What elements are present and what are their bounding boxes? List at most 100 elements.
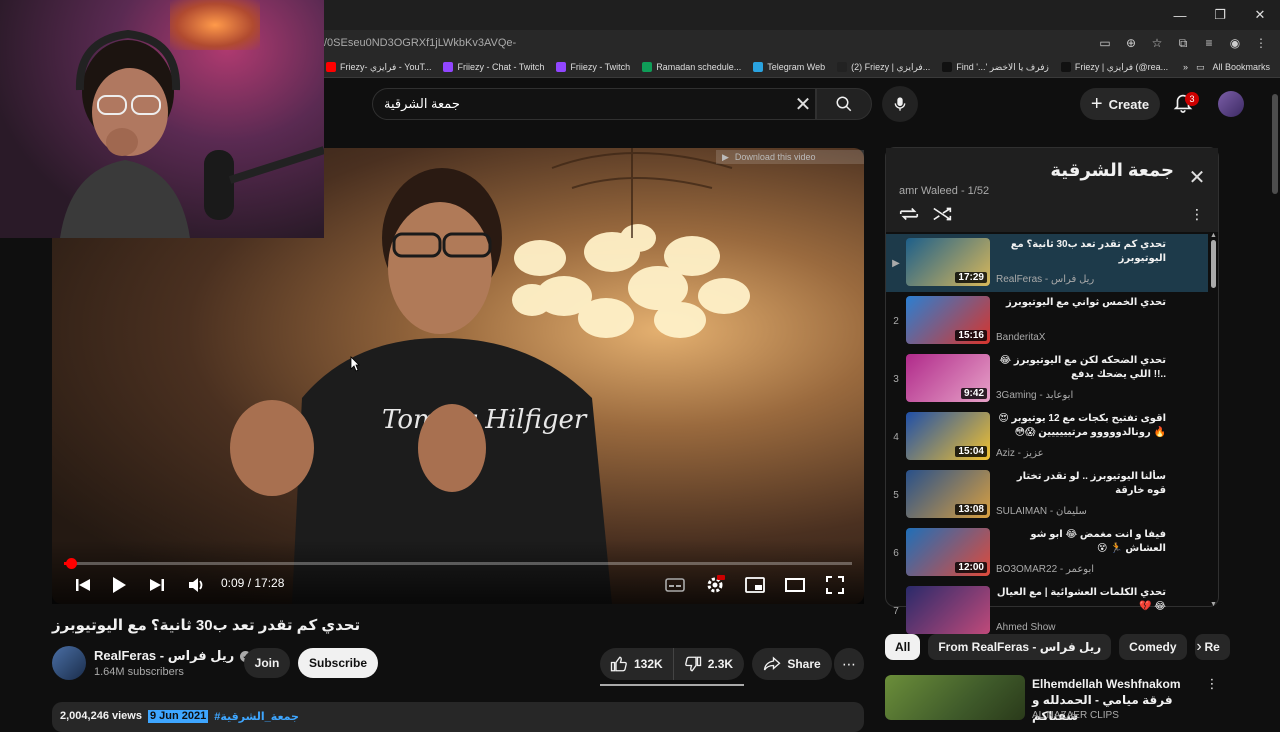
- profile-icon[interactable]: ◉: [1224, 32, 1246, 54]
- playlist-scrollbar[interactable]: ▲ ▼: [1210, 232, 1217, 608]
- like-button[interactable]: 132K: [600, 648, 674, 680]
- playlist-title[interactable]: جمعة الشرقية: [1000, 160, 1174, 181]
- chevron-right-icon[interactable]: ›: [1188, 634, 1210, 660]
- dislike-button[interactable]: 2.3K: [674, 648, 743, 680]
- playlist-item-channel: SULAIMAN - سليمان: [996, 506, 1087, 517]
- loop-icon[interactable]: [898, 204, 920, 224]
- bookmark-item[interactable]: Friiezy - Twitch: [556, 62, 630, 72]
- recommended-thumbnail[interactable]: [885, 675, 1025, 720]
- duration-badge: 13:08: [955, 504, 987, 515]
- hashtag-link[interactable]: #جمعة_الشرقية: [214, 710, 299, 723]
- playlist-item-title[interactable]: تحدي الكلمات العشوائية | مع العيال 😂 💔: [996, 586, 1166, 614]
- voice-search-button[interactable]: [882, 86, 918, 122]
- minimize-icon[interactable]: —: [1160, 0, 1200, 30]
- settings-button[interactable]: [704, 574, 726, 596]
- recommended-channel[interactable]: AL NAZAER CLIPS: [1032, 710, 1119, 721]
- playlist-item-thumbnail[interactable]: 17:29: [906, 238, 990, 286]
- next-button[interactable]: [146, 574, 168, 596]
- media-icon[interactable]: ≡: [1198, 32, 1220, 54]
- play-button[interactable]: [108, 574, 130, 596]
- restore-icon[interactable]: ❐: [1200, 0, 1240, 30]
- progress-scrubber[interactable]: [66, 558, 78, 569]
- scroll-down-icon[interactable]: ▼: [1210, 601, 1217, 608]
- channel-name[interactable]: RealFeras - ريل فراس ✓: [94, 648, 252, 664]
- playlist-item[interactable]: 3 9:42 تحدي الضحكه لكن مع اليوتيوبرز 😂 ..!…: [886, 350, 1208, 408]
- menu-icon[interactable]: ⋮: [1250, 32, 1272, 54]
- account-avatar[interactable]: [1218, 91, 1244, 117]
- shuffle-icon[interactable]: [932, 204, 954, 224]
- filter-chip[interactable]: Comedy: [1119, 634, 1187, 660]
- channel-name-text[interactable]: RealFeras - ريل فراس: [94, 648, 234, 664]
- filter-chip[interactable]: All: [885, 634, 921, 660]
- playlist-item-thumbnail[interactable]: [906, 586, 990, 634]
- search-query[interactable]: جمعة الشرقية: [384, 88, 460, 120]
- all-bookmarks[interactable]: All Bookmarks: [1212, 62, 1270, 72]
- playlist-item[interactable]: 4 15:04 اقوى تفتيح بكجات مع 12 يوتيوبر 😍🔥 …: [886, 408, 1208, 466]
- playlist-item-thumbnail[interactable]: 13:08: [906, 470, 990, 518]
- theater-mode-button[interactable]: [784, 574, 806, 596]
- playlist-item-thumbnail[interactable]: 15:04: [906, 412, 990, 460]
- scroll-up-icon[interactable]: ▲: [1210, 232, 1217, 239]
- playlist-item-thumbnail[interactable]: 9:42: [906, 354, 990, 402]
- bookmarks-overflow-icon[interactable]: »: [1183, 62, 1188, 72]
- playlist-item-title[interactable]: تحدي الضحكه لكن مع اليوتيوبرز 😂 ..!! الل…: [996, 354, 1166, 382]
- subtitles-button[interactable]: [664, 574, 686, 596]
- bookmark-label: (2) Friezy | فرايزي...: [851, 61, 931, 72]
- extensions-icon[interactable]: ⧉: [1172, 32, 1194, 54]
- miniplayer-button[interactable]: [744, 574, 766, 596]
- playlist-item-title[interactable]: سألنا اليوتيوبرز .. لو تقدر تختار قوه خا…: [996, 470, 1166, 498]
- recommended-more-icon[interactable]: ⋮: [1205, 676, 1219, 694]
- bookmark-item[interactable]: Ramadan schedule...: [642, 62, 741, 72]
- webcam-overlay: [0, 0, 324, 238]
- share-button[interactable]: Share: [752, 648, 832, 680]
- address-bar-icons: ▭ ⊕ ☆ ⧉ ≡ ◉ ⋮: [1094, 30, 1272, 56]
- playlist-item-index: 3: [893, 374, 899, 385]
- download-video-bar[interactable]: ▶ Download this video: [716, 150, 864, 164]
- page-scrollbar-thumb[interactable]: [1272, 94, 1278, 194]
- duration-badge: 15:16: [955, 330, 987, 341]
- share-icon: [764, 656, 781, 671]
- playlist-item[interactable]: 5 13:08 سألنا اليوتيوبرز .. لو تقدر تختار …: [886, 466, 1208, 524]
- zoom-icon[interactable]: ⊕: [1120, 32, 1142, 54]
- playlist-item-title[interactable]: تحدي كم تقدر تعد ب30 ثانية؟ مع اليوتيوبر…: [996, 238, 1166, 266]
- progress-bar[interactable]: [64, 562, 852, 565]
- search-button[interactable]: [816, 88, 872, 120]
- more-actions-button[interactable]: ⋯: [834, 648, 864, 680]
- url-text[interactable]: /0SEseu0ND3OGRXf1jLWkbKv3AVQe-: [324, 30, 516, 56]
- bookmark-item[interactable]: Friiezy - Chat - Twitch: [443, 62, 544, 72]
- playlist-item-title[interactable]: تحدي الخمس ثواني مع اليوتيوبرز: [996, 296, 1166, 310]
- close-playlist-icon[interactable]: ✕: [1186, 166, 1208, 189]
- clear-search-icon[interactable]: ✕: [792, 92, 814, 116]
- bookmark-item[interactable]: Friezy- فرايزي - YouT...: [326, 62, 431, 73]
- bookmark-item[interactable]: Telegram Web: [753, 62, 825, 72]
- star-icon[interactable]: ☆: [1146, 32, 1168, 54]
- playlist-item-thumbnail[interactable]: 15:16: [906, 296, 990, 344]
- playlist-owner-position[interactable]: amr Waleed - 1/52: [899, 185, 989, 197]
- playlist-item-title[interactable]: فيفا و انت مغمض 😂 ابو شو العشاش 🏃 😵: [996, 528, 1166, 556]
- bookmarks-right: » ▭ All Bookmarks: [1183, 56, 1270, 78]
- playlist-more-icon[interactable]: ⋮: [1188, 204, 1206, 224]
- playlist-item[interactable]: 2 15:16 تحدي الخمس ثواني مع اليوتيوبرز Band…: [886, 292, 1208, 350]
- previous-button[interactable]: [72, 574, 94, 596]
- channel-avatar[interactable]: [52, 646, 86, 680]
- join-button[interactable]: Join: [244, 648, 290, 678]
- subscribe-button[interactable]: Subscribe: [298, 648, 378, 678]
- playlist-item-thumbnail[interactable]: 12:00: [906, 528, 990, 576]
- playlist-item-title[interactable]: اقوى تفتيح بكجات مع 12 يوتيوبر 😍🔥 رونالد…: [996, 412, 1166, 440]
- bookmark-favicon-icon: [1060, 62, 1071, 72]
- playlist-item[interactable]: 7 تحدي الكلمات العشوائية | مع العيال 😂 💔 A…: [886, 582, 1208, 640]
- filter-chip[interactable]: From RealFeras - ريل فراس: [928, 634, 1112, 660]
- playlist-item[interactable]: ▶ 17:29 تحدي كم تقدر تعد ب30 ثانية؟ مع الي…: [886, 234, 1208, 292]
- playlist-item[interactable]: 6 12:00 فيفا و انت مغمض 😂 ابو شو العشاش 🏃 …: [886, 524, 1208, 582]
- close-window-icon[interactable]: ✕: [1240, 0, 1280, 30]
- screen-share-icon[interactable]: ▭: [1094, 32, 1116, 54]
- like-ratio-bar: [600, 684, 744, 686]
- playlist-scrollbar-thumb[interactable]: [1211, 240, 1216, 288]
- fullscreen-button[interactable]: [824, 574, 846, 596]
- bookmark-label: Find '...' زفرف يا الاخضر: [956, 61, 1049, 72]
- create-button[interactable]: + Create: [1080, 88, 1160, 120]
- bookmark-item[interactable]: Find '...' زفرف يا الاخضر: [942, 62, 1049, 73]
- volume-button[interactable]: [186, 574, 208, 596]
- bookmark-item[interactable]: (2) Friezy | فرايزي...: [837, 62, 930, 73]
- bookmark-item[interactable]: Friezy | فرايزي (@rea...: [1060, 62, 1168, 73]
